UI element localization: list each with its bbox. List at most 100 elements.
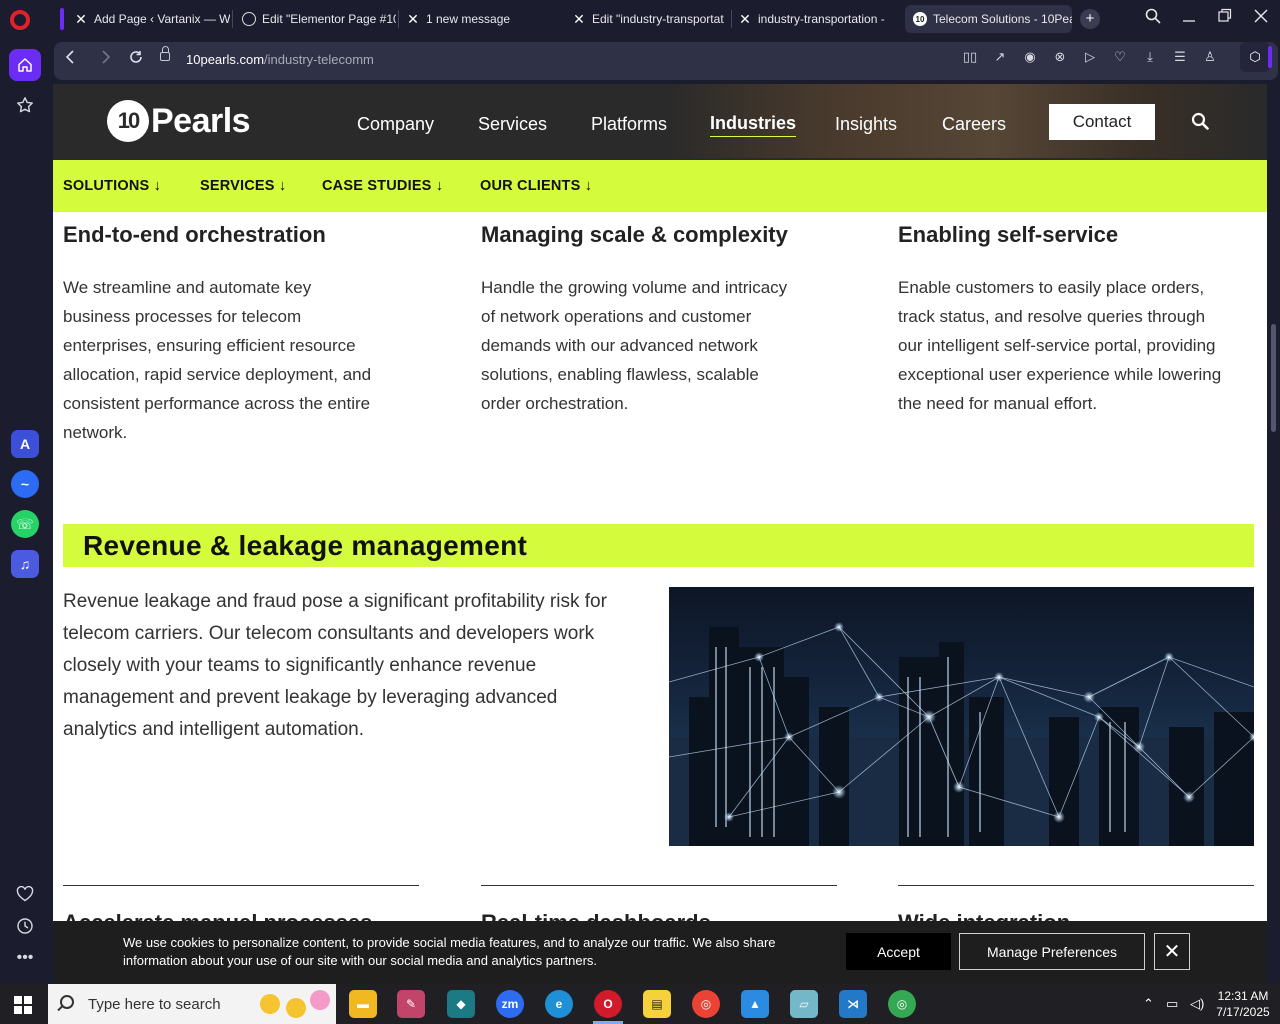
minimize-icon[interactable] <box>1177 8 1201 29</box>
windows-start-icon[interactable] <box>14 996 32 1014</box>
volume-icon[interactable]: ◁) <box>1190 996 1204 1012</box>
tab-telecom-solutions[interactable]: 10 Telecom Solutions - 10Pea <box>905 5 1072 33</box>
industry-subnav: SOLUTIONS ↓ SERVICES ↓ CASE STUDIES ↓ OU… <box>53 160 1267 212</box>
opera-logo-icon[interactable] <box>10 10 30 30</box>
tab-industry-transportation[interactable]: ✕ industry-transportation - <box>730 5 896 33</box>
nav-insights[interactable]: Insights <box>835 114 897 135</box>
browser-sidebar: A ~ ☏ ♫ ••• <box>0 38 50 984</box>
easy-setup-icon[interactable]: ☰ <box>1171 49 1189 65</box>
nav-services[interactable]: Services <box>478 114 547 135</box>
heart-icon[interactable] <box>9 878 41 910</box>
site-search-icon[interactable] <box>1191 112 1209 130</box>
lock-icon[interactable] <box>160 46 170 61</box>
page-viewport: 10 Pearls Company Services Platforms Ind… <box>53 84 1267 984</box>
feature-self-service: Enabling self-service Enable customers t… <box>898 222 1228 418</box>
sticky-notes-icon[interactable]: ▤ <box>643 990 671 1018</box>
close-window-icon[interactable] <box>1249 8 1273 29</box>
aria-ai-icon[interactable]: A <box>11 430 39 458</box>
url-domain: 10pearls.com <box>186 52 265 67</box>
history-clock-icon[interactable] <box>9 910 41 942</box>
subnav-solutions[interactable]: SOLUTIONS ↓ <box>63 178 161 194</box>
opera-taskbar-icon[interactable]: O <box>594 990 622 1018</box>
chrome-profile-icon[interactable]: ◎ <box>888 990 916 1018</box>
tab-edit-industry[interactable]: ✕ Edit "industry-transportat <box>564 5 730 33</box>
app-diamond-icon[interactable]: ◆ <box>447 990 475 1018</box>
tab-title: Edit "Elementor Page #10 <box>262 12 396 26</box>
sidebar-accent-indicator <box>1268 46 1272 68</box>
nav-company[interactable]: Company <box>357 114 434 135</box>
photos-icon[interactable]: ▲ <box>741 990 769 1018</box>
address-bar: 10pearls.com/industry-telecomm ▯▯ ↗ ◉ ⊗ … <box>50 38 1280 84</box>
subnav-services[interactable]: SERVICES ↓ <box>200 178 286 194</box>
adblock-icon[interactable]: ⊗ <box>1051 49 1069 65</box>
feature-body: Enable customers to easily place orders,… <box>898 278 1222 413</box>
restore-icon[interactable] <box>1213 8 1237 29</box>
paint-app-icon[interactable]: ✎ <box>397 990 425 1018</box>
feature-title: Enabling self-service <box>898 222 1119 247</box>
clock-time: 12:31 AM <box>1217 989 1269 1003</box>
tab-add-page[interactable]: ✕ Add Page ‹ Vartanix — W <box>66 5 230 33</box>
extensions-cube-icon[interactable]: ⬡ <box>1240 42 1270 72</box>
share-icon[interactable]: ↗ <box>991 49 1009 65</box>
nav-careers[interactable]: Careers <box>942 114 1006 135</box>
zoom-icon[interactable]: zm <box>496 990 524 1018</box>
contact-button[interactable]: Contact <box>1049 104 1155 140</box>
vscode-icon[interactable]: ⋊ <box>839 990 867 1018</box>
chrome-icon[interactable]: ◎ <box>692 990 720 1018</box>
emoji-laugh-icon <box>260 994 280 1014</box>
downloads-icon[interactable]: ⤓ <box>1141 49 1159 65</box>
nav-industries[interactable]: Industries <box>710 113 797 137</box>
my-flow-heart-icon[interactable]: ♡ <box>1111 49 1129 65</box>
subnav-case-studies[interactable]: CASE STUDIES ↓ <box>322 178 443 194</box>
divider-line <box>63 885 419 886</box>
scrollbar-thumb[interactable] <box>1271 324 1276 432</box>
more-dots-icon[interactable]: ••• <box>9 942 41 974</box>
network-icon[interactable]: ▭ <box>1166 996 1178 1012</box>
x-logo-icon: ✕ <box>739 10 751 27</box>
reload-icon[interactable] <box>126 50 146 69</box>
tab-edit-elementor[interactable]: o Edit "Elementor Page #10 <box>234 5 396 33</box>
whatsapp-icon[interactable]: ☏ <box>11 510 39 538</box>
divider-line <box>481 885 837 886</box>
subnav-our-clients[interactable]: OUR CLIENTS ↓ <box>480 178 592 194</box>
profile-icon[interactable]: ♙ <box>1201 49 1219 65</box>
reader-mode-icon[interactable]: ▯▯ <box>961 49 979 65</box>
logo-mark: 10 <box>107 100 149 142</box>
taskbar-search-box[interactable]: Type here to search <box>48 984 336 1024</box>
search-icon <box>60 995 74 1009</box>
x-logo-icon: ✕ <box>407 10 419 27</box>
nav-platforms[interactable]: Platforms <box>591 114 667 135</box>
manage-preferences-button[interactable]: Manage Preferences <box>959 933 1145 970</box>
tab-group-indicator <box>60 8 64 30</box>
revenue-section-banner: Revenue & leakage management <box>63 524 1254 567</box>
file-explorer-icon[interactable]: ▬ <box>349 990 377 1018</box>
tab-new-message[interactable]: ✕ 1 new message <box>398 5 564 33</box>
notepad-icon[interactable]: ▱ <box>790 990 818 1018</box>
emoji-smile-icon <box>286 998 306 1018</box>
edge-browser-icon[interactable]: e <box>545 990 573 1018</box>
system-clock[interactable]: 12:31 AM 7/17/2025 <box>1212 988 1274 1020</box>
emoji-hearts-icon <box>310 990 330 1010</box>
home-icon[interactable] <box>9 49 41 81</box>
page-scrollbar[interactable] <box>1267 84 1280 984</box>
tray-chevron-up-icon[interactable]: ⌃ <box>1143 996 1154 1012</box>
back-icon[interactable] <box>60 50 80 69</box>
cookie-consent-banner: We use cookies to personalize content, t… <box>53 921 1267 984</box>
tab-title: Telecom Solutions - 10Pea <box>933 12 1072 26</box>
forward-icon[interactable] <box>96 50 116 69</box>
feature-title: Managing scale & complexity <box>481 222 788 247</box>
music-player-icon[interactable]: ♫ <box>11 550 39 578</box>
10pearls-logo[interactable]: 10 Pearls <box>107 100 251 142</box>
feature-title: End-to-end orchestration <box>63 222 326 247</box>
feature-body: Handle the growing volume and intricacy … <box>481 278 788 413</box>
url-field[interactable]: 10pearls.com/industry-telecomm <box>186 52 374 67</box>
messenger-icon[interactable]: ~ <box>11 470 39 498</box>
camera-snapshot-icon[interactable]: ◉ <box>1021 49 1039 65</box>
bookmarks-star-icon[interactable] <box>9 89 41 121</box>
send-flow-icon[interactable]: ▷ <box>1081 49 1099 65</box>
accept-cookies-button[interactable]: Accept <box>846 933 951 970</box>
search-tabs-icon[interactable] <box>1141 8 1165 29</box>
clock-date: 7/17/2025 <box>1216 1005 1270 1019</box>
close-cookie-icon[interactable]: ✕ <box>1154 933 1190 970</box>
new-tab-plus-icon[interactable]: + <box>1080 9 1100 29</box>
